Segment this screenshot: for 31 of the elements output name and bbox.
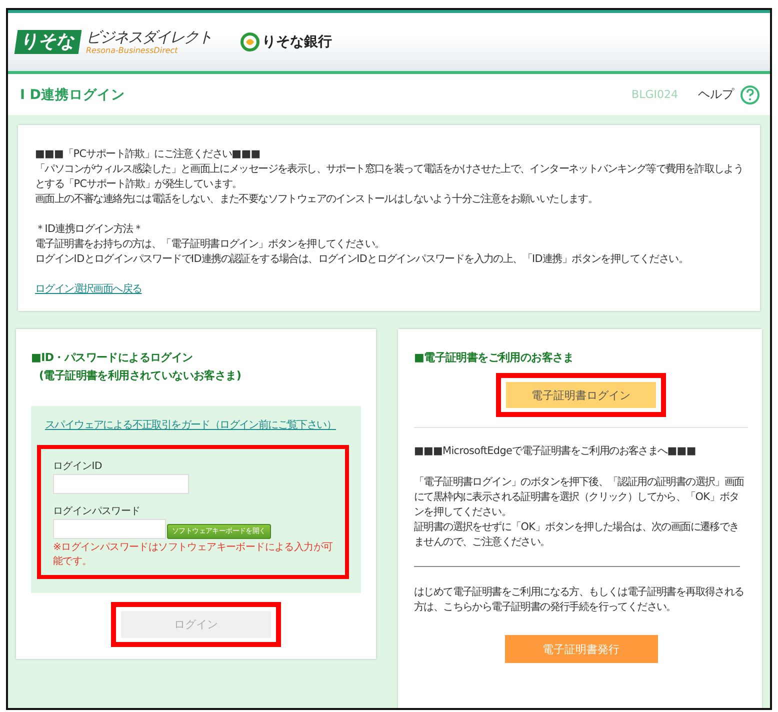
section-heading: ■電子証明書をご利用のお客さま — [414, 350, 575, 366]
notice-text: ＊ID連携ログイン方法＊ — [35, 222, 144, 237]
certificate-issue-button[interactable]: 電子証明書発行 — [504, 635, 658, 663]
edge-notice-heading: ■■■MicrosoftEdgeで電子証明書をご利用のお客さまへ■■■ — [414, 444, 697, 459]
issue-text: はじめて電子証明書をご利用になる方、もしくは電子証明書を再取得される方は、こちらから電子証明書の発行手続を行ってください。 — [414, 585, 745, 615]
page-title: I D連携ログイン — [20, 86, 126, 104]
field-label: ログインID — [53, 460, 103, 474]
brand-name: ビジネスダイレクト — [86, 29, 212, 46]
bank-logo-icon — [240, 32, 260, 52]
screen-id: BLGI024 — [632, 88, 678, 101]
section-heading: ■ID・パスワードによるログイン — [31, 350, 194, 366]
brand-subtitle: Resona-BusinessDirect — [86, 46, 179, 55]
password-field[interactable] — [53, 519, 166, 539]
back-link[interactable]: ログイン選択画面へ戻る — [35, 283, 142, 295]
notice-text: ■■■「PCサポート詐欺」にご注意ください■■■ — [35, 147, 262, 162]
login-id-field[interactable] — [53, 474, 189, 494]
notice-text: 画面上の不審な連絡先には電話をしない、また不要なソフトウェアのインストールはしないよう十分ご注意をお願いいたします。 — [35, 192, 599, 207]
edge-notice-text: 証明書の選択をせずに「OK」ボタンを押した場合は、次の画面に遷移できませんので、ご注意ください。 — [414, 520, 740, 550]
help-link[interactable]: ヘルプ — [698, 86, 734, 103]
certificate-login-button[interactable]: 電子証明書ログイン — [506, 382, 656, 408]
notice-text: ログインIDとログインパスワードでID連携の認証をする場合は、ログインIDとログインパスワードを入力の上、「ID連携」ボタンを押してください。 — [35, 252, 689, 267]
field-label: ログインパスワード — [53, 505, 142, 519]
notice-text: 「パソコンがウィルス感染した」と画面上にメッセージを表示し、サポート窓口を装って電話をかけさせた上で、インターネットバンキング等で費用を詐取しようとする「PCサポート詐欺」が発生しています。 — [35, 162, 744, 192]
edge-notice-text: 「電子証明書ログイン」のボタンを押下後、「認証用の証明書の選択」画面にて黒枠内に表示される証明書を選択（クリック）してから、「OK」ボタンを押してください。 — [414, 475, 745, 520]
brand-logo-mark: りそな — [14, 30, 82, 54]
notice-text: 電子証明書をお持ちの方は、「電子証明書ログイン」ボタンを押してください。 — [35, 237, 386, 252]
section-heading: (電子証明書を利用されていないお客さま) — [38, 368, 242, 384]
help-icon[interactable] — [740, 84, 760, 104]
bank-name: りそな銀行 — [262, 33, 332, 51]
spyware-guard-link[interactable]: スパイウェアによる不正取引をガード（ログイン前にご覧下さい） — [45, 418, 353, 433]
password-note: ※ログインパスワードはソフトウェアキーボードによる入力が可能です。 — [53, 541, 334, 569]
